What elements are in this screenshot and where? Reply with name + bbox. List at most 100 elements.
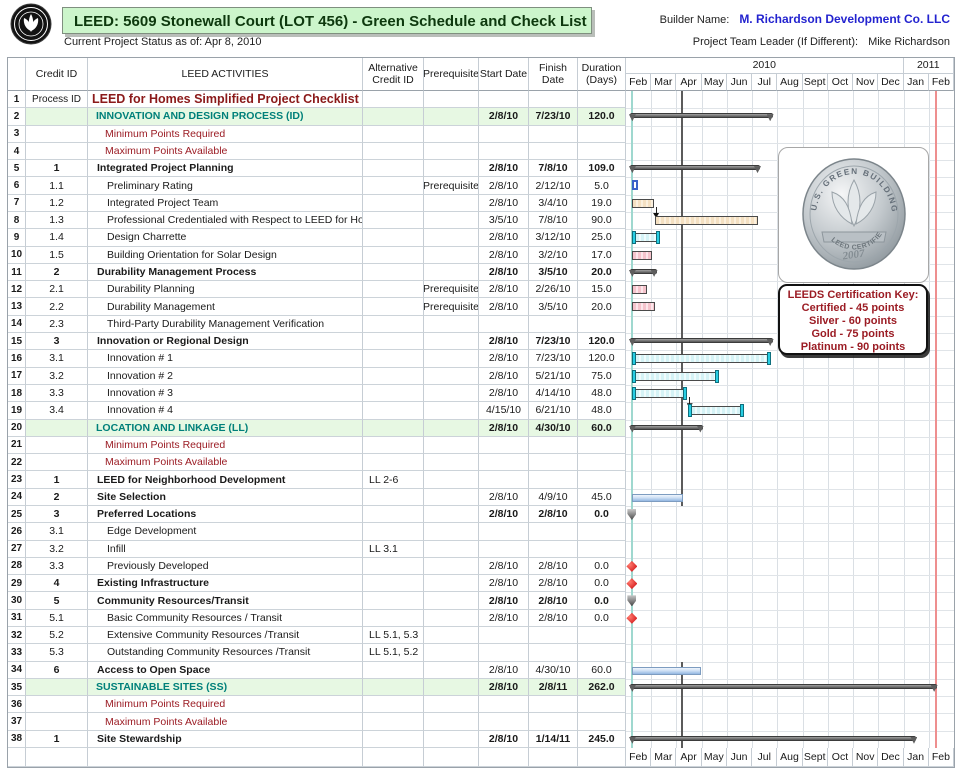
cell-rownum[interactable]: 21: [8, 437, 26, 454]
gantt-bar-summary[interactable]: [630, 684, 937, 689]
cell-finish-date[interactable]: 2/8/10: [529, 506, 578, 523]
cell-alt-credit[interactable]: [363, 610, 424, 627]
cell-start-date[interactable]: [479, 627, 529, 644]
cell-credit-id[interactable]: [26, 713, 88, 730]
cell-activity[interactable]: Minimum Points Required: [88, 126, 363, 143]
cell-activity[interactable]: Existing Infrastructure: [88, 575, 363, 592]
cell-activity[interactable]: Basic Community Resources / Transit: [88, 610, 363, 627]
cell-finish-date[interactable]: 1/14/11: [529, 731, 578, 748]
cell-rownum[interactable]: 23: [8, 471, 26, 488]
cell-start-date[interactable]: 2/8/10: [479, 177, 529, 194]
cell-rownum[interactable]: 11: [8, 264, 26, 281]
cell-duration[interactable]: 0.0: [578, 592, 626, 609]
cell-duration[interactable]: [578, 627, 626, 644]
cell-duration[interactable]: 0.0: [578, 575, 626, 592]
cell-activity[interactable]: Durability Management Process: [88, 264, 363, 281]
cell-start-date[interactable]: 2/8/10: [479, 731, 529, 748]
cell-alt-credit[interactable]: [363, 592, 424, 609]
cell-start-date[interactable]: 2/8/10: [479, 558, 529, 575]
cell-alt-credit[interactable]: [363, 679, 424, 696]
cell-credit-id[interactable]: [26, 454, 88, 471]
cell-activity[interactable]: INNOVATION AND DESIGN PROCESS (ID): [88, 108, 363, 125]
cell-alt-credit[interactable]: [363, 731, 424, 748]
cell-duration[interactable]: 120.0: [578, 333, 626, 350]
cell-rownum[interactable]: 15: [8, 333, 26, 350]
cell-prerequisite[interactable]: [424, 195, 479, 212]
cell-prerequisite[interactable]: [424, 247, 479, 264]
cell-prerequisite[interactable]: [424, 316, 479, 333]
cell-rownum[interactable]: 34: [8, 662, 26, 679]
cell-credit-id[interactable]: [26, 108, 88, 125]
cell-finish-date[interactable]: 7/23/10: [529, 350, 578, 367]
cell-activity[interactable]: LEED for Homes Simplified Project Checkl…: [88, 91, 363, 108]
cell-alt-credit[interactable]: [363, 298, 424, 315]
cell-duration[interactable]: 45.0: [578, 489, 626, 506]
cell-rownum[interactable]: 12: [8, 281, 26, 298]
cell-credit-id[interactable]: 2: [26, 489, 88, 506]
cell-finish-date[interactable]: [529, 437, 578, 454]
cell-duration[interactable]: 120.0: [578, 108, 626, 125]
cell-alt-credit[interactable]: [363, 506, 424, 523]
cell-prerequisite[interactable]: [424, 506, 479, 523]
cell-prerequisite[interactable]: [424, 662, 479, 679]
cell-alt-credit[interactable]: [363, 420, 424, 437]
cell-activity[interactable]: Minimum Points Required: [88, 437, 363, 454]
cell-duration[interactable]: 90.0: [578, 212, 626, 229]
cell-activity[interactable]: Edge Development: [88, 523, 363, 540]
cell-activity[interactable]: Innovation # 1: [88, 350, 363, 367]
cell-start-date[interactable]: 2/8/10: [479, 592, 529, 609]
gantt-milestone-red[interactable]: [626, 561, 637, 572]
cell-credit-id[interactable]: 6: [26, 662, 88, 679]
cell-start-date[interactable]: 2/8/10: [479, 489, 529, 506]
cell-rownum[interactable]: 32: [8, 627, 26, 644]
cell-start-date[interactable]: [479, 644, 529, 661]
cell-activity[interactable]: Maximum Points Available: [88, 454, 363, 471]
cell-start-date[interactable]: 2/8/10: [479, 333, 529, 350]
cell-finish-date[interactable]: [529, 91, 578, 108]
cell-rownum[interactable]: 8: [8, 212, 26, 229]
cell-prerequisite[interactable]: [424, 679, 479, 696]
cell-rownum[interactable]: 17: [8, 368, 26, 385]
cell-finish-date[interactable]: [529, 713, 578, 730]
cell-start-date[interactable]: [479, 126, 529, 143]
gantt-bar-summary[interactable]: [630, 736, 917, 741]
cell-prerequisite[interactable]: [424, 264, 479, 281]
cell-alt-credit[interactable]: [363, 195, 424, 212]
cell-start-date[interactable]: 2/8/10: [479, 385, 529, 402]
cell-duration[interactable]: [578, 126, 626, 143]
cell-finish-date[interactable]: [529, 126, 578, 143]
cell-credit-id[interactable]: 1.1: [26, 177, 88, 194]
cell-activity[interactable]: Extensive Community Resources /Transit: [88, 627, 363, 644]
cell-activity[interactable]: Preferred Locations: [88, 506, 363, 523]
cell-credit-id[interactable]: 3.1: [26, 350, 88, 367]
cell-prerequisite[interactable]: [424, 610, 479, 627]
gantt-milestone-red[interactable]: [626, 613, 637, 624]
cell-start-date[interactable]: 2/8/10: [479, 264, 529, 281]
cell-alt-credit[interactable]: [363, 575, 424, 592]
cell-activity[interactable]: SUSTAINABLE SITES (SS): [88, 679, 363, 696]
cell-credit-id[interactable]: 3.4: [26, 402, 88, 419]
cell-finish-date[interactable]: 2/8/10: [529, 610, 578, 627]
cell-rownum[interactable]: 13: [8, 298, 26, 315]
cell-alt-credit[interactable]: [363, 437, 424, 454]
cell-duration[interactable]: 75.0: [578, 368, 626, 385]
cell-duration[interactable]: [578, 91, 626, 108]
cell-prerequisite[interactable]: [424, 108, 479, 125]
cell-start-date[interactable]: [479, 696, 529, 713]
cell-rownum[interactable]: 25: [8, 506, 26, 523]
cell-prerequisite[interactable]: [424, 212, 479, 229]
cell-duration[interactable]: 262.0: [578, 679, 626, 696]
cell-alt-credit[interactable]: [363, 696, 424, 713]
cell-duration[interactable]: 0.0: [578, 506, 626, 523]
cell-start-date[interactable]: [479, 523, 529, 540]
cell-prerequisite[interactable]: [424, 575, 479, 592]
cell-duration[interactable]: [578, 541, 626, 558]
cell-credit-id[interactable]: 2.1: [26, 281, 88, 298]
cell-rownum[interactable]: 3: [8, 126, 26, 143]
cell-duration[interactable]: 15.0: [578, 281, 626, 298]
cell-alt-credit[interactable]: [363, 368, 424, 385]
cell-rownum[interactable]: 35: [8, 679, 26, 696]
gantt-bar-task[interactable]: [632, 199, 654, 208]
cell-rownum[interactable]: 4: [8, 143, 26, 160]
cell-alt-credit[interactable]: [363, 108, 424, 125]
